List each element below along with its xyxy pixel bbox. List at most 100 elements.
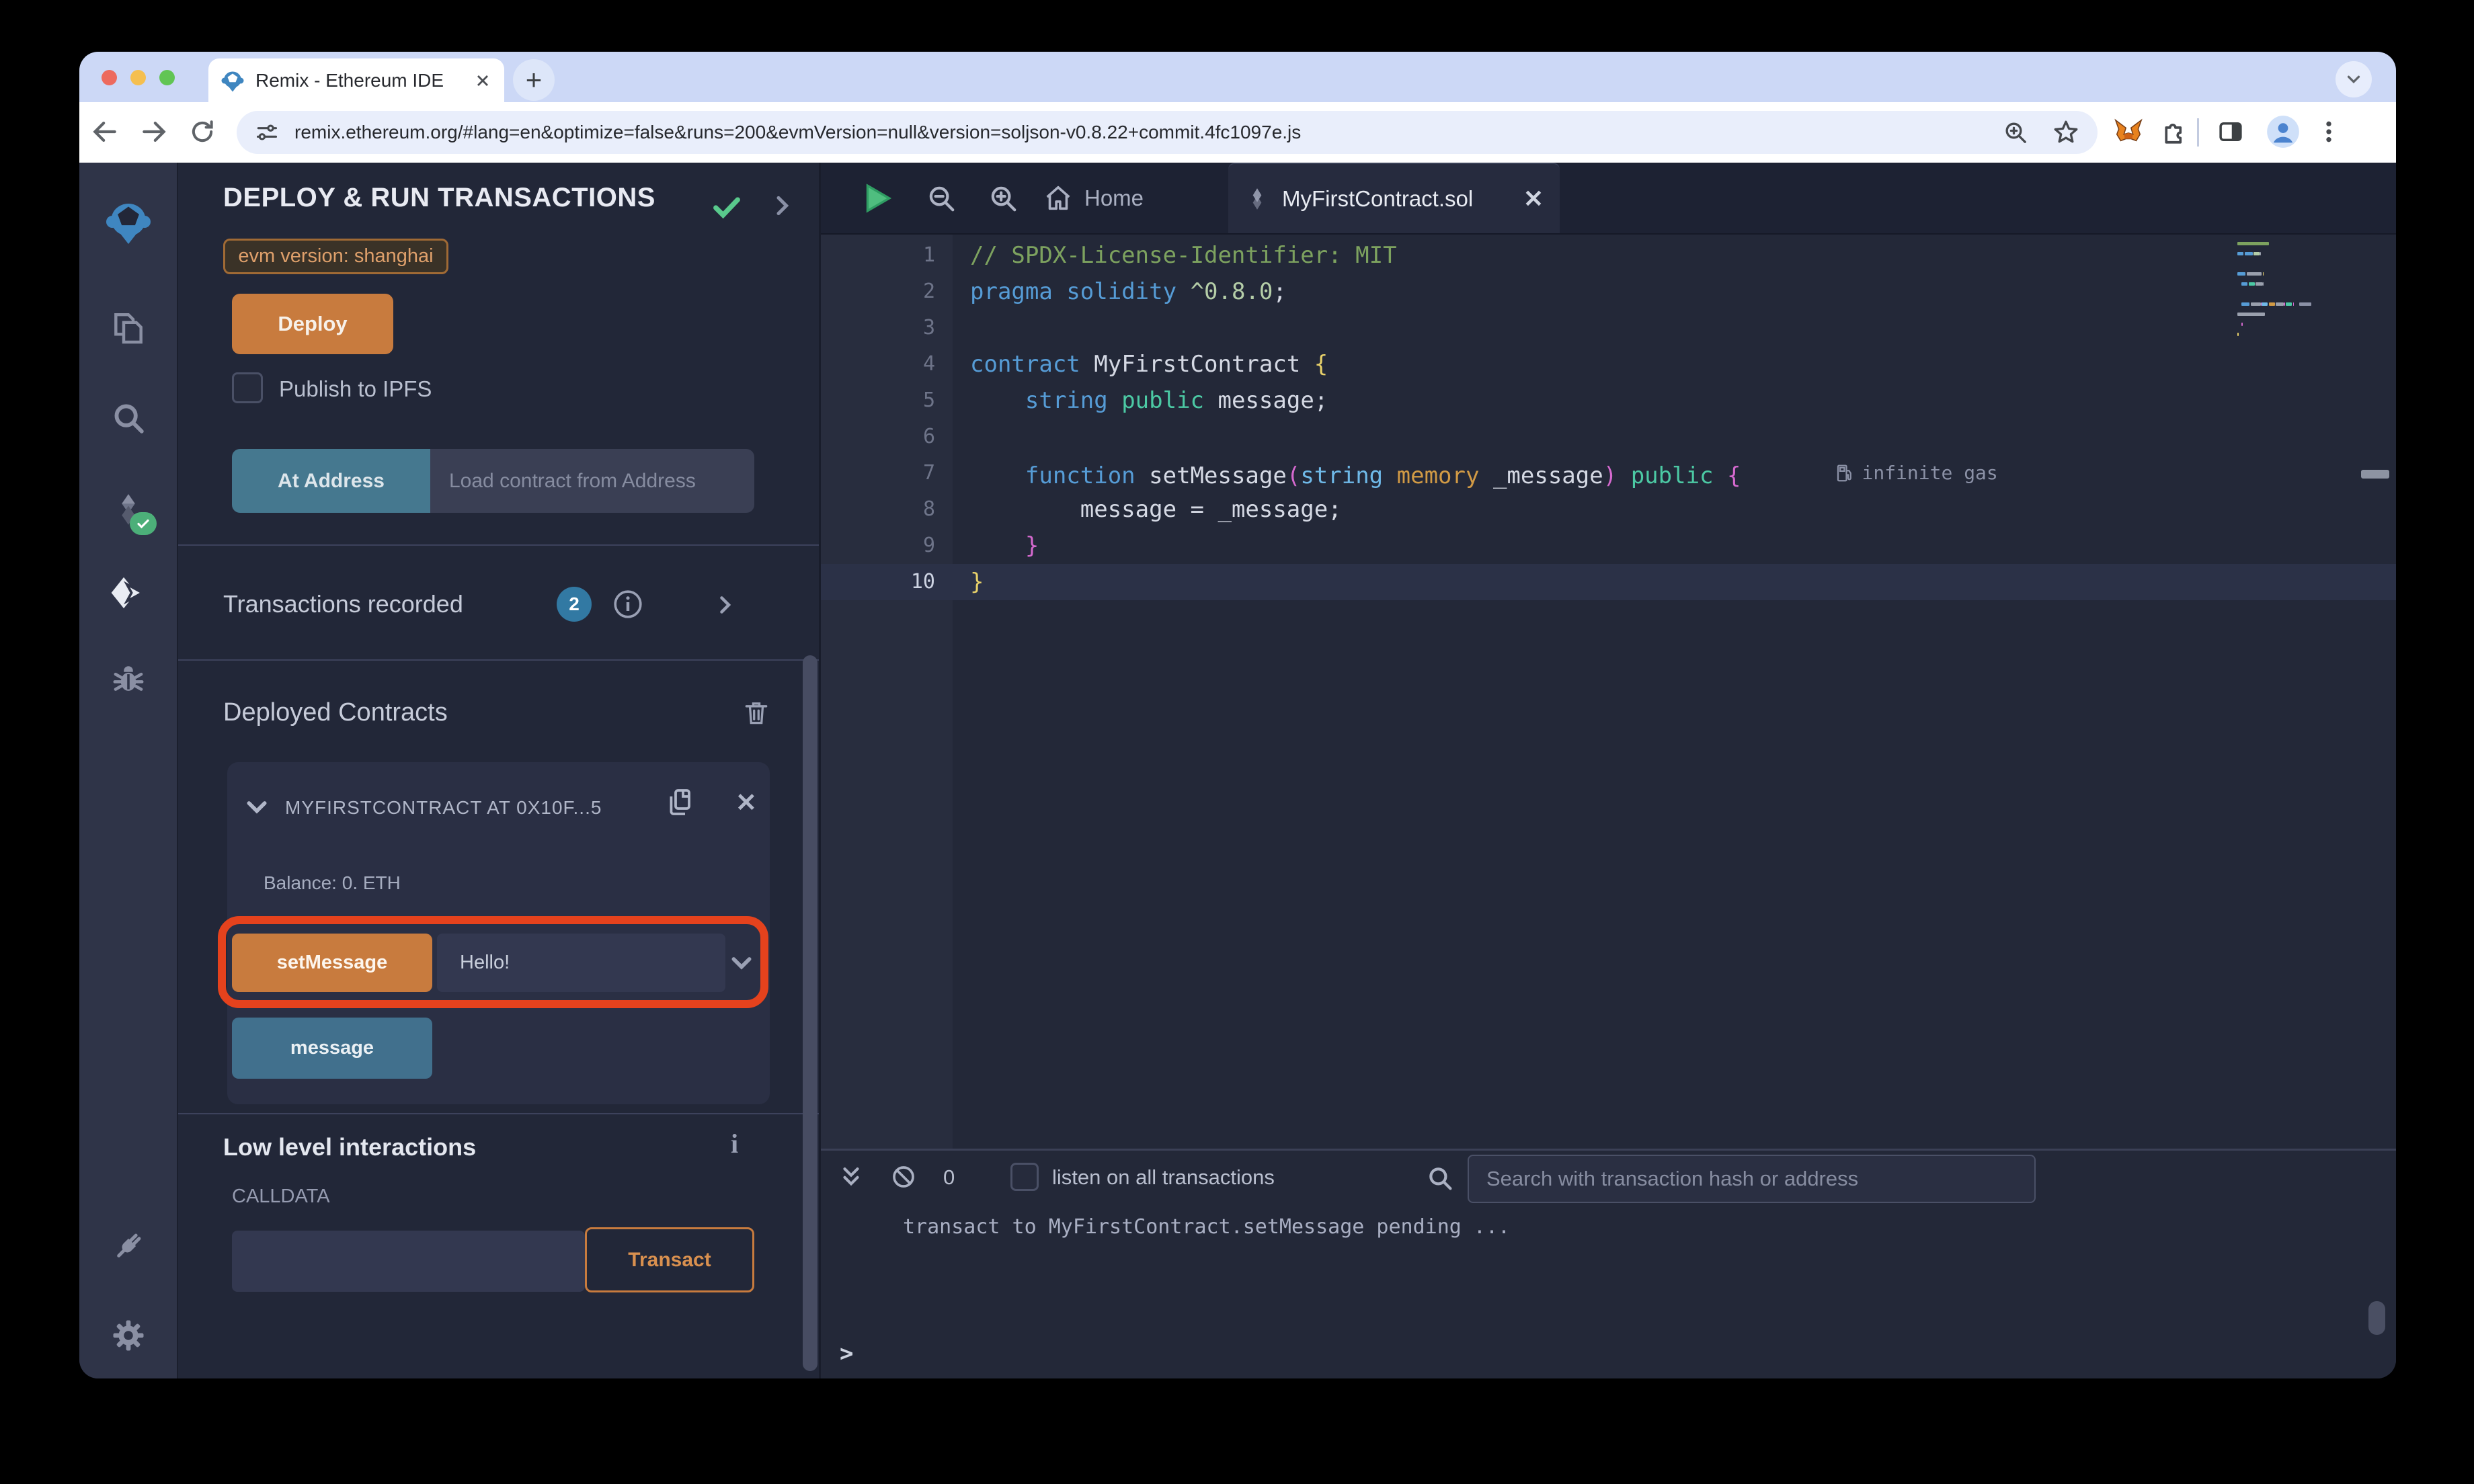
tune-icon[interactable] bbox=[254, 120, 280, 145]
home-icon bbox=[1043, 183, 1074, 214]
contract-close-icon[interactable]: ✕ bbox=[735, 790, 757, 816]
code-line-6[interactable]: 6 bbox=[821, 419, 2396, 455]
clear-console-icon[interactable] bbox=[888, 1161, 919, 1192]
editor-tabbar: Home MyFirstContract.sol ✕ bbox=[821, 163, 2396, 235]
line-number[interactable]: 3 bbox=[821, 310, 970, 346]
copy-icon[interactable] bbox=[664, 786, 696, 819]
info-icon[interactable] bbox=[612, 588, 644, 620]
file-tab-close-icon[interactable]: ✕ bbox=[1523, 186, 1544, 211]
zoom-in-icon[interactable] bbox=[985, 180, 1021, 216]
tab-close-icon[interactable] bbox=[473, 71, 492, 90]
listen-label[interactable]: listen on all transactions bbox=[1052, 1165, 1275, 1190]
contract-title[interactable]: MYFIRSTCONTRACT AT 0X10F...5 bbox=[285, 797, 602, 819]
contract-expand-icon[interactable] bbox=[243, 793, 270, 820]
browser-window: Remix - Ethereum IDE + remix.ethereum.or… bbox=[79, 52, 2396, 1378]
zoom-out-icon[interactable] bbox=[923, 180, 959, 216]
compile-success-badge bbox=[129, 512, 157, 535]
panel-collapse-icon[interactable] bbox=[768, 192, 795, 219]
remix-app: DEPLOY & RUN TRANSACTIONS evm version: s… bbox=[79, 163, 2396, 1378]
check-icon bbox=[709, 190, 744, 224]
traffic-close-button[interactable] bbox=[102, 70, 117, 85]
set-message-button[interactable]: setMessage bbox=[232, 934, 432, 992]
terminal-expand-icon[interactable] bbox=[836, 1161, 867, 1192]
line-number[interactable]: 8 bbox=[821, 491, 970, 528]
transact-button[interactable]: Transact bbox=[585, 1227, 754, 1292]
traffic-minimize-button[interactable] bbox=[130, 70, 146, 85]
deploy-button[interactable]: Deploy bbox=[232, 294, 393, 354]
set-message-expand-icon[interactable] bbox=[728, 949, 755, 976]
icon-sidebar bbox=[79, 163, 178, 1378]
sidebar-item-plugin-manager[interactable] bbox=[108, 1226, 149, 1266]
divider bbox=[178, 544, 819, 546]
sidebar-item-settings[interactable] bbox=[108, 1315, 149, 1356]
line-number[interactable]: 4 bbox=[821, 346, 970, 382]
message-button[interactable]: message bbox=[232, 1018, 432, 1079]
browser-tab[interactable]: Remix - Ethereum IDE bbox=[208, 58, 504, 102]
back-icon[interactable] bbox=[86, 113, 124, 151]
address-bar[interactable]: remix.ethereum.org/#lang=en&optimize=fal… bbox=[237, 111, 2098, 154]
code-line-1[interactable]: 1// SPDX-License-Identifier: MIT bbox=[821, 237, 2396, 274]
code-line-10[interactable]: 10} bbox=[821, 564, 2396, 600]
extensions-icon[interactable] bbox=[2153, 113, 2191, 151]
trash-icon[interactable] bbox=[742, 698, 771, 727]
new-tab-button[interactable]: + bbox=[513, 59, 555, 101]
line-number[interactable]: 9 bbox=[821, 528, 970, 564]
publish-ipfs-checkbox[interactable] bbox=[232, 372, 263, 403]
tab-file[interactable]: MyFirstContract.sol ✕ bbox=[1228, 163, 1560, 233]
code-line-9[interactable]: 9 } bbox=[821, 528, 2396, 564]
search-icon bbox=[1425, 1163, 1455, 1194]
panel-scrollbar[interactable] bbox=[803, 655, 817, 1371]
code-line-2[interactable]: 2 pragma solidity ^0.8.0; bbox=[821, 274, 2396, 310]
run-script-icon[interactable] bbox=[859, 180, 895, 216]
at-address-input[interactable] bbox=[430, 449, 754, 513]
terminal: 0 listen on all transactions transact to… bbox=[821, 1149, 2396, 1378]
listen-count: 0 bbox=[943, 1165, 955, 1189]
listen-checkbox[interactable] bbox=[1010, 1163, 1039, 1191]
tab-search-button[interactable] bbox=[2336, 61, 2372, 97]
tab-home[interactable]: Home bbox=[1043, 163, 1144, 233]
code-line-4[interactable]: 4 contract MyFirstContract { bbox=[821, 346, 2396, 382]
terminal-scrollbar[interactable] bbox=[2368, 1301, 2385, 1335]
gas-annotation: infinite gas bbox=[1835, 455, 1998, 491]
reload-icon[interactable] bbox=[184, 113, 221, 151]
metamask-icon[interactable] bbox=[2110, 113, 2147, 151]
divider bbox=[178, 1113, 819, 1114]
transactions-expand-icon[interactable] bbox=[713, 593, 737, 617]
bookmark-star-icon[interactable] bbox=[2052, 118, 2080, 147]
line-number[interactable]: 2 bbox=[821, 274, 970, 310]
line-number[interactable]: 5 bbox=[821, 382, 970, 419]
sidebar-item-deploy-run[interactable] bbox=[108, 573, 149, 613]
line-number[interactable]: 7 bbox=[821, 455, 970, 491]
code-line-3[interactable]: 3 bbox=[821, 310, 2396, 346]
sidebar-item-debugger[interactable] bbox=[108, 659, 149, 700]
line-number[interactable]: 10 bbox=[821, 564, 970, 600]
code-lines[interactable]: 1// SPDX-License-Identifier: MIT 2 pragma … bbox=[821, 237, 2396, 600]
sidebar-item-search[interactable] bbox=[108, 398, 149, 438]
traffic-zoom-button[interactable] bbox=[159, 70, 175, 85]
remix-favicon-icon bbox=[221, 69, 245, 93]
calldata-input[interactable] bbox=[232, 1231, 585, 1292]
evm-version-badge: evm version: shanghai bbox=[223, 239, 448, 274]
side-panel-icon[interactable] bbox=[2212, 113, 2249, 151]
sidebar-item-solidity-compiler[interactable] bbox=[108, 489, 157, 535]
code-line-7[interactable]: 7 function setMessage(string memory _mes… bbox=[821, 455, 2396, 491]
line-number[interactable]: 6 bbox=[821, 419, 970, 455]
home-tab-label: Home bbox=[1084, 185, 1144, 210]
code-line-5[interactable]: 5 string public message; bbox=[821, 382, 2396, 419]
line-number[interactable]: 1 bbox=[821, 237, 970, 274]
publish-ipfs-label[interactable]: Publish to IPFS bbox=[279, 376, 432, 402]
deployed-contracts-title: Deployed Contracts bbox=[223, 698, 448, 727]
code-editor[interactable]: 1// SPDX-License-Identifier: MIT 2 pragma … bbox=[821, 235, 2396, 1149]
menu-icon[interactable] bbox=[2310, 113, 2348, 151]
set-message-input[interactable] bbox=[437, 934, 725, 992]
forward-icon[interactable] bbox=[135, 113, 173, 151]
code-line-8[interactable]: 8 message = _message; bbox=[821, 491, 2396, 528]
low-level-info-icon[interactable]: i bbox=[731, 1128, 738, 1159]
profile-icon[interactable] bbox=[2264, 113, 2302, 151]
at-address-button[interactable]: At Address bbox=[232, 449, 430, 513]
sidebar-item-file-explorer[interactable] bbox=[108, 308, 149, 348]
terminal-prompt[interactable]: > bbox=[840, 1340, 853, 1367]
terminal-search-input[interactable] bbox=[1468, 1155, 2036, 1203]
zoom-page-icon[interactable] bbox=[2002, 119, 2029, 146]
url-text[interactable]: remix.ethereum.org/#lang=en&optimize=fal… bbox=[294, 122, 2002, 143]
